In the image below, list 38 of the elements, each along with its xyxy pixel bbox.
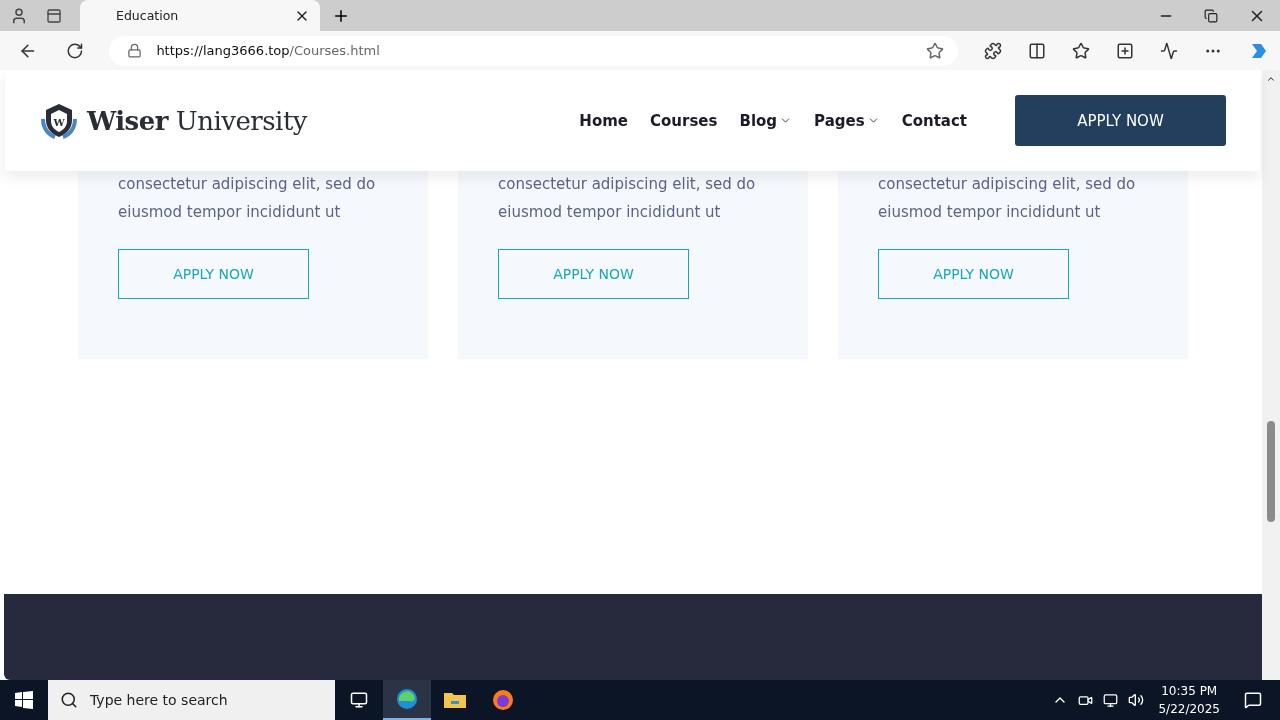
nav-link[interactable]: Contact: [901, 111, 967, 130]
volume-icon[interactable]: [1128, 692, 1145, 708]
card-description: consectetur adipiscing elit, sed do eiusmod tempor incididunt ut: [498, 174, 757, 223]
taskbar-search-field[interactable]: Type here to search: [48, 680, 335, 720]
site-logo-text[interactable]: Wiser University: [87, 105, 308, 136]
nav-link[interactable]: Pages: [814, 111, 880, 130]
card-description: consectetur adipiscing elit, sed do eiusmod tempor incididunt ut: [118, 174, 377, 223]
card-description: consectetur adipiscing elit, sed do eiusmod tempor incididunt ut: [878, 174, 1137, 223]
url-text: https://lang3666.top/Courses.html: [156, 43, 381, 58]
split-screen-icon[interactable]: [1028, 41, 1046, 60]
scrollbar[interactable]: [1262, 70, 1280, 680]
scroll-up-icon[interactable]: [1266, 74, 1276, 84]
nav-link[interactable]: Blog: [739, 111, 793, 130]
browser-tab[interactable]: Education: [80, 0, 320, 31]
browser-essentials-icon[interactable]: [1160, 41, 1178, 60]
address-bar[interactable]: https://lang3666.top/Courses.html: [109, 35, 958, 66]
extensions-icon[interactable]: [984, 41, 1002, 60]
favorite-star-icon[interactable]: [926, 41, 944, 60]
edge-taskbar-button[interactable]: [383, 680, 431, 720]
new-tab-icon[interactable]: [332, 7, 350, 25]
search-icon: [60, 691, 78, 709]
collections-icon[interactable]: [1116, 41, 1134, 60]
nav-link[interactable]: Courses: [650, 111, 718, 130]
folder-icon: [443, 690, 467, 710]
notifications-icon[interactable]: [1244, 691, 1262, 709]
taskbar-clock[interactable]: 10:35 PM 5/22/2025: [1158, 682, 1220, 718]
apply-now-button[interactable]: APPLY NOW: [1015, 95, 1226, 146]
refresh-icon[interactable]: [65, 41, 84, 60]
restore-icon[interactable]: [1204, 8, 1218, 23]
edge-icon: [395, 687, 419, 711]
scrollbar-thumb[interactable]: [1267, 421, 1275, 522]
tab-actions-icon[interactable]: [46, 7, 62, 24]
favorites-icon[interactable]: [1072, 41, 1090, 60]
firefox-icon: [491, 688, 515, 712]
windows-logo-icon: [15, 691, 33, 709]
profile-icon[interactable]: [10, 6, 28, 25]
lock-icon: [127, 43, 143, 58]
nav-link[interactable]: Home: [579, 111, 629, 130]
